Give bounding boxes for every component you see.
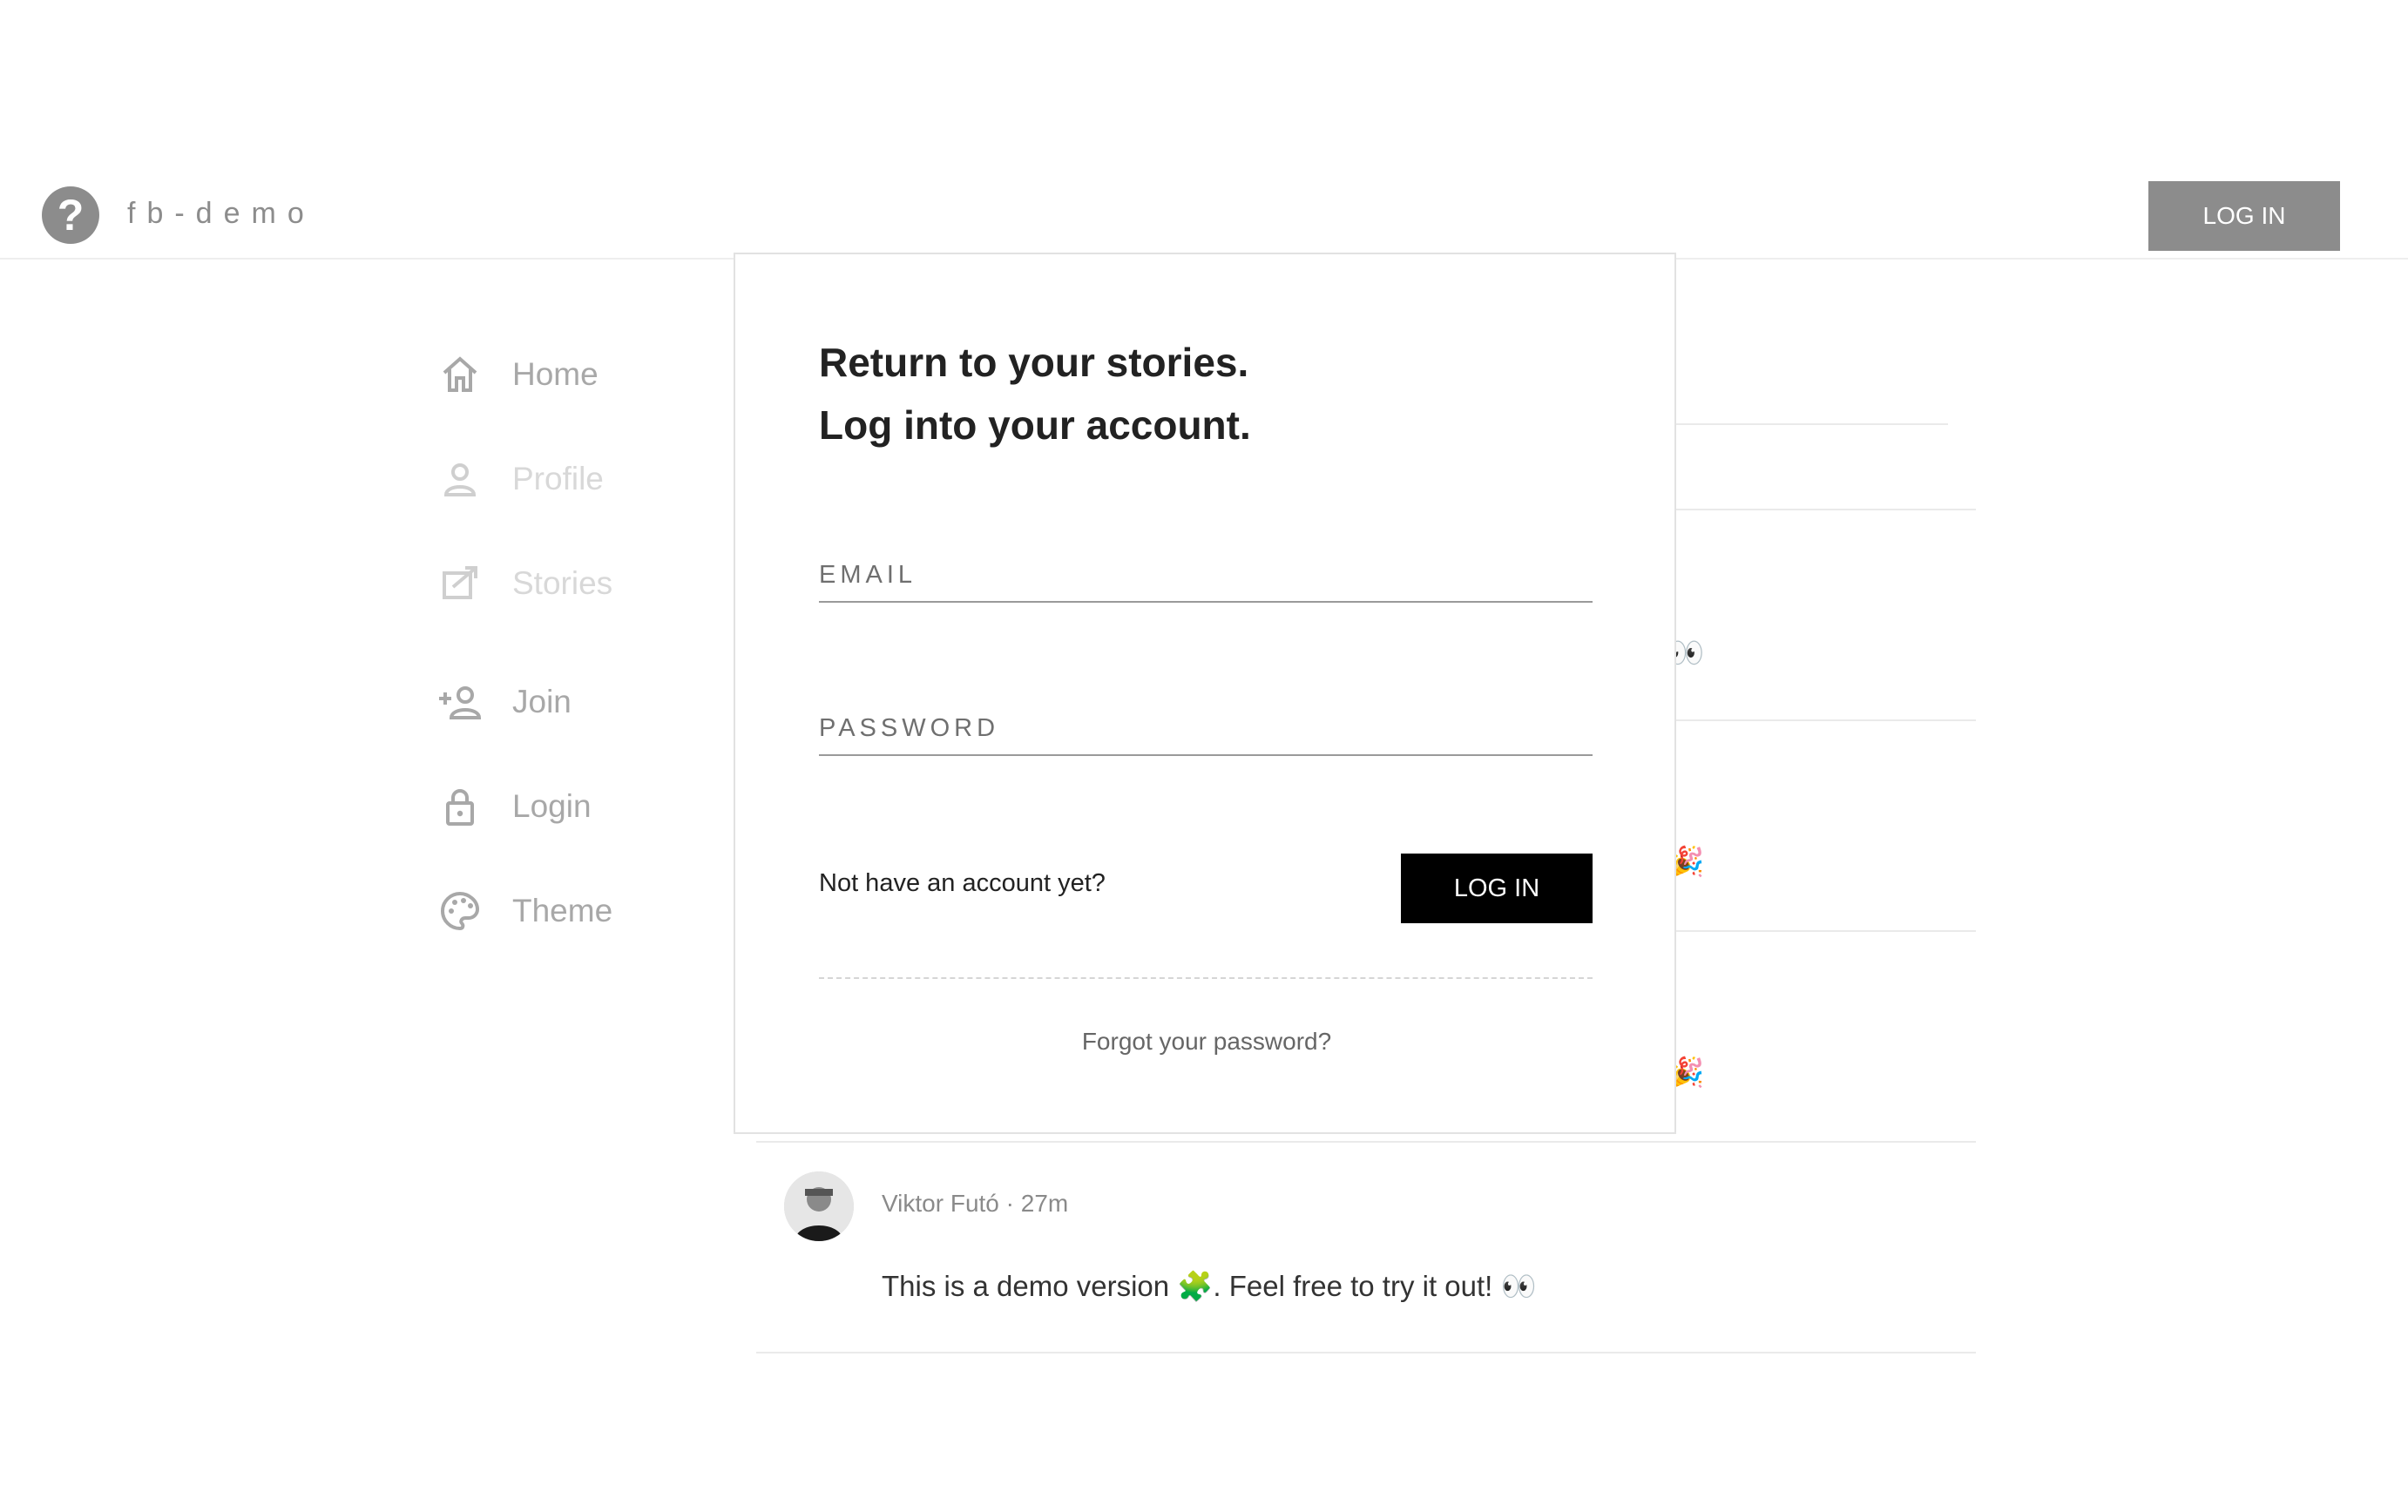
question-mark-icon[interactable]: ? — [42, 186, 99, 244]
forgot-password-link[interactable]: Forgot your password? — [735, 1028, 1678, 1056]
header-login-button[interactable]: LOG IN — [2148, 181, 2340, 251]
avatar[interactable] — [784, 1171, 854, 1241]
feed-divider — [1676, 930, 1976, 932]
feed-divider — [1676, 509, 1976, 510]
sidebar-item-stories[interactable]: Stories — [436, 549, 749, 618]
login-modal: Return to your stories. Log into your ac… — [734, 253, 1676, 1134]
password-field-wrapper — [819, 702, 1593, 756]
sidebar-item-label: Stories — [512, 565, 613, 601]
sidebar-item-join[interactable]: Join — [436, 667, 749, 737]
modal-title-line-2: Log into your account. — [819, 402, 1251, 448]
stories-icon — [436, 559, 484, 608]
modal-title: Return to your stories. Log into your ac… — [819, 331, 1251, 456]
password-field[interactable] — [819, 702, 1593, 754]
dashed-divider — [819, 977, 1593, 979]
sidebar-item-home[interactable]: Home — [436, 340, 749, 409]
login-button[interactable]: LOG IN — [1401, 854, 1593, 923]
signup-link[interactable]: Not have an account yet? — [819, 869, 1106, 898]
feed-divider — [756, 1141, 1976, 1143]
email-field[interactable] — [819, 549, 1593, 601]
lock-icon — [436, 782, 484, 831]
feed-divider — [1676, 719, 1976, 721]
sidebar-item-label: Profile — [512, 461, 604, 496]
feed-divider — [1676, 423, 1948, 425]
modal-title-line-1: Return to your stories. — [819, 340, 1249, 385]
person-icon — [436, 455, 484, 503]
person-add-icon — [436, 678, 484, 726]
sidebar-item-label: Home — [512, 356, 599, 392]
sidebar-item-label: Join — [512, 684, 572, 719]
home-icon — [436, 350, 484, 399]
feed-divider — [756, 1352, 1976, 1353]
post-meta[interactable]: Viktor Futó · 27m — [882, 1190, 1068, 1218]
brand-name[interactable]: fb-demo — [127, 197, 315, 231]
sidebar-item-profile[interactable]: Profile — [436, 444, 749, 514]
palette-icon — [436, 887, 484, 935]
sidebar-item-theme[interactable]: Theme — [436, 876, 749, 946]
sidebar-item-label: Theme — [512, 893, 613, 928]
top-bar: ? fb-demo LOG IN — [0, 0, 2408, 260]
sidebar-item-label: Login — [512, 788, 592, 824]
post-body: This is a demo version 🧩. Feel free to t… — [882, 1270, 1537, 1302]
sidebar-item-login[interactable]: Login — [436, 772, 749, 841]
email-field-wrapper — [819, 549, 1593, 603]
page: ? fb-demo LOG IN Home Profile Stories Jo… — [0, 0, 2408, 1512]
